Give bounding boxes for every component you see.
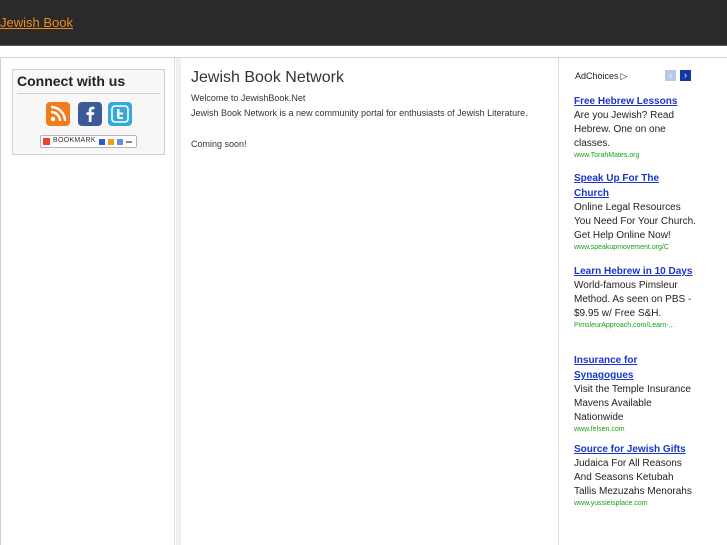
rss-icon[interactable] bbox=[46, 102, 70, 126]
connect-box: Connect with us BOOKMARK bbox=[12, 69, 165, 155]
top-header-bar: Jewish Book bbox=[0, 0, 727, 46]
connect-title: Connect with us bbox=[17, 73, 126, 89]
main-content: Jewish Book Network Welcome to JewishBoo… bbox=[176, 58, 558, 545]
ad-title-link[interactable]: Learn Hebrew in 10 Days bbox=[574, 264, 696, 279]
ad-title-link[interactable]: Source for Jewish Gifts bbox=[574, 442, 696, 457]
ad-url[interactable]: www.yussieisplace.com bbox=[574, 499, 696, 509]
twitter-icon[interactable] bbox=[108, 102, 132, 126]
welcome-text: Welcome to JewishBook.Net bbox=[191, 93, 306, 103]
facebook-icon[interactable] bbox=[78, 102, 102, 126]
ad-item: Free Hebrew Lessons Are you Jewish? Read… bbox=[574, 94, 696, 164]
adchoices-label: AdChoices bbox=[575, 71, 619, 81]
ad-item: Speak Up For The Church Online Legal Res… bbox=[574, 171, 696, 261]
coming-soon-text: Coming soon! bbox=[191, 139, 247, 149]
site-title-link[interactable]: Jewish Book bbox=[0, 15, 73, 30]
ad-url[interactable]: PimsleurApproach.com/Learn-... bbox=[574, 321, 696, 331]
ad-url[interactable]: www.felsen.com bbox=[574, 425, 696, 433]
ad-url[interactable]: www.TorahMates.org bbox=[574, 151, 696, 161]
ad-title-link[interactable]: Free Hebrew Lessons bbox=[574, 94, 696, 109]
ads-sidebar: AdChoices ▷ ‹ › Free Hebrew Lessons Are y… bbox=[558, 58, 727, 545]
bookmark-services-icon bbox=[99, 139, 132, 145]
ad-body: Online Legal Resources You Need For Your… bbox=[574, 202, 696, 241]
ad-url[interactable]: www.speakupmovement.org/C bbox=[574, 243, 696, 253]
adchoices-triangle-icon: ▷ bbox=[620, 71, 628, 81]
connect-divider bbox=[17, 93, 160, 94]
ad-body: Are you Jewish? Read Hebrew. One on one … bbox=[574, 110, 675, 149]
ad-body: World-famous Pimsleur Method. As seen on… bbox=[574, 280, 692, 319]
left-sidebar: Connect with us BOOKMARK bbox=[1, 58, 175, 545]
page-title: Jewish Book Network bbox=[191, 69, 344, 86]
ad-body: Visit the Temple Insurance Mavens Availa… bbox=[574, 384, 691, 423]
ad-item: Insurance for Synagogues Visit the Templ… bbox=[574, 353, 696, 433]
ad-item: Learn Hebrew in 10 Days World-famous Pim… bbox=[574, 264, 696, 346]
bookmark-plus-icon bbox=[43, 138, 50, 145]
ad-title-link[interactable]: Insurance for Synagogues bbox=[574, 353, 696, 383]
ads-next-icon[interactable]: › bbox=[680, 70, 691, 81]
ad-title-link[interactable]: Speak Up For The Church bbox=[574, 171, 696, 201]
bookmark-button[interactable]: BOOKMARK bbox=[40, 135, 137, 148]
description-text: Jewish Book Network is a new community p… bbox=[191, 108, 528, 118]
adchoices-link[interactable]: AdChoices ▷ bbox=[575, 71, 627, 82]
ad-body: Judaica For All Reasons And Seasons Ketu… bbox=[574, 458, 692, 497]
bookmark-label: BOOKMARK bbox=[53, 137, 96, 144]
ad-item: Source for Jewish Gifts Judaica For All … bbox=[574, 442, 696, 522]
ads-prev-icon[interactable]: ‹ bbox=[665, 70, 676, 81]
